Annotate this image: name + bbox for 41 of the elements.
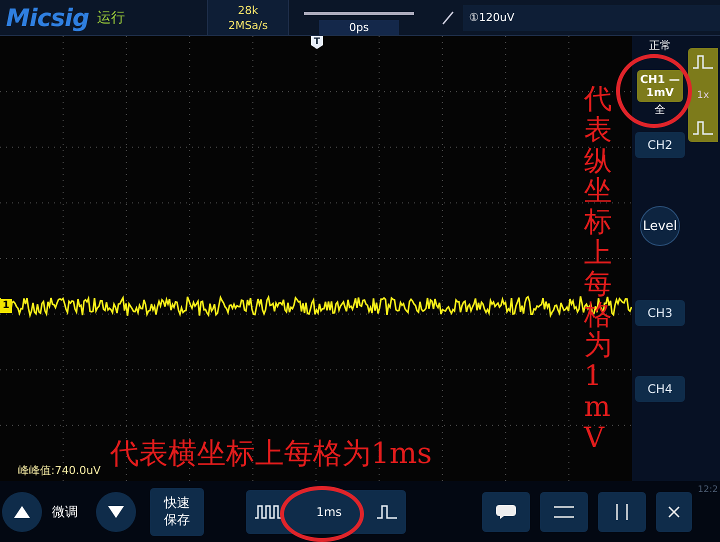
up-button[interactable] — [2, 492, 42, 532]
run-status: 运行 — [97, 8, 126, 26]
trigger-marker[interactable]: T — [311, 36, 323, 49]
pulse-icon — [692, 54, 714, 70]
menu-button[interactable] — [482, 492, 530, 532]
channel-button[interactable]: CH3 — [635, 300, 685, 326]
rising-edge-icon[interactable] — [441, 10, 456, 24]
channel-button[interactable]: CH2 — [635, 132, 685, 158]
acquire-mode[interactable]: 正常 — [649, 38, 671, 54]
timebase-value[interactable]: 1ms — [308, 501, 350, 523]
down-button[interactable] — [96, 492, 136, 532]
measurement-readout: 峰峰值:740.0uV — [18, 463, 101, 479]
down-arrow-icon — [107, 505, 125, 519]
measure-button[interactable] — [598, 492, 646, 532]
clock-text: 12:2 — [698, 485, 718, 495]
memory-depth: 28k — [238, 2, 258, 18]
horizontal-lines-icon — [552, 504, 576, 520]
annotation-text: 代表纵坐标上每格为1mV — [584, 84, 612, 454]
level-button[interactable]: Level — [640, 206, 680, 246]
channel-button[interactable]: CH1 — 1mV — [637, 70, 683, 102]
trigger-position-track[interactable] — [304, 12, 414, 15]
bandwidth-limit[interactable]: 全 — [654, 102, 666, 118]
narrow-pulse-icon — [254, 504, 282, 520]
trigger-position[interactable]: 0ps — [319, 20, 399, 35]
up-arrow-icon — [13, 505, 31, 519]
sample-rate: 2MSa/s — [228, 18, 268, 32]
pulse-icon — [692, 120, 714, 136]
cursor-button[interactable] — [540, 492, 588, 532]
wide-pulse-icon — [376, 504, 398, 520]
quick-save-button[interactable]: 快速 保存 — [150, 488, 204, 536]
channel-button[interactable]: CH4 — [635, 376, 685, 402]
fine-tune-label: 微调 — [52, 504, 78, 521]
chat-icon — [495, 504, 517, 520]
annotation-text: 代表横坐标上每格为1ms — [110, 435, 432, 472]
probe-ratio: 1x — [696, 90, 710, 100]
trigger-level[interactable]: ①120uV — [463, 4, 720, 30]
acquisition-panel[interactable]: 28k 2MSa/s — [207, 0, 290, 35]
close-button[interactable] — [656, 492, 692, 532]
close-icon — [668, 506, 680, 518]
brand-logo: Micsig — [6, 4, 90, 32]
channel-marker[interactable]: 1 — [0, 299, 12, 313]
